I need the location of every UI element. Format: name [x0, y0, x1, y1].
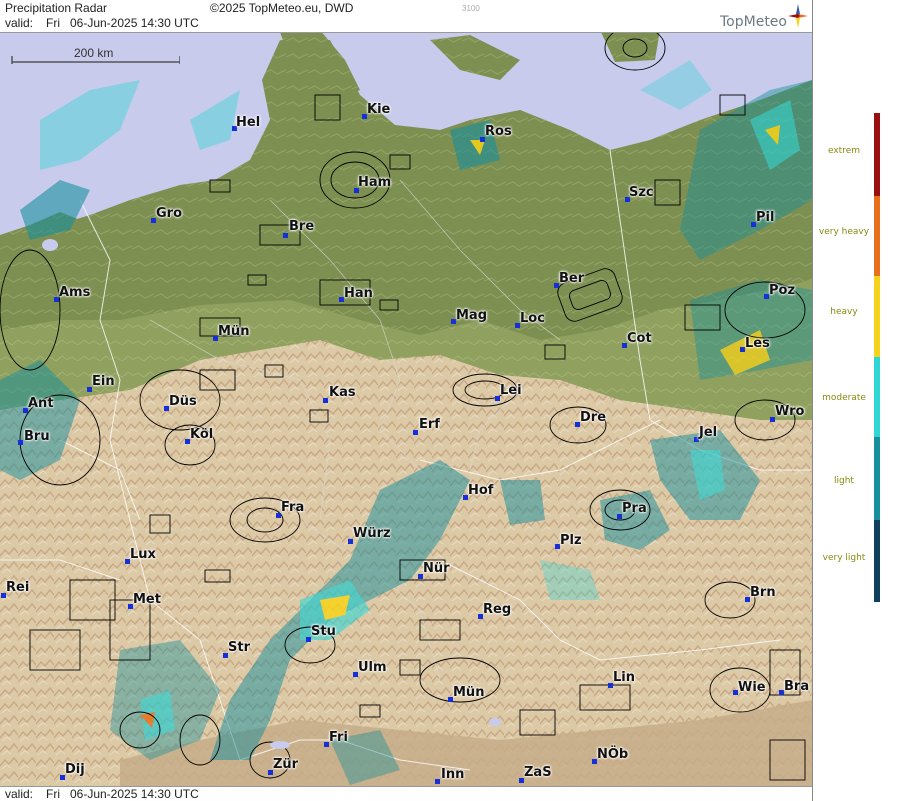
city-label: Reg: [483, 602, 512, 617]
city-label: Köl: [190, 427, 214, 442]
city-label: Stu: [311, 624, 336, 639]
city-label: Fra: [281, 500, 305, 515]
city-label: Kie: [367, 102, 391, 117]
city-label: Szc: [629, 185, 654, 200]
city-label: Fri: [329, 730, 348, 745]
city-label: Han: [344, 286, 373, 301]
footer-valid-label: valid:: [5, 787, 34, 801]
city-label: Dij: [65, 762, 85, 777]
city-label: Hel: [236, 115, 261, 130]
scale-label: 200 km: [74, 46, 114, 60]
city-label: Pra: [622, 501, 647, 516]
city-label: Inn: [441, 767, 465, 782]
valid-time: Fri 06-Jun-2025 14:30 UTC: [46, 16, 199, 30]
city-label: Jel: [699, 425, 718, 440]
legend-label-very-light: very light: [822, 553, 866, 563]
city-label: Ams: [59, 285, 91, 300]
city-label: Gro: [156, 206, 183, 221]
city-dot: [413, 430, 418, 435]
city-label: Hof: [468, 483, 494, 498]
city-label: Mün: [218, 324, 250, 339]
city-label: Lux: [130, 547, 156, 562]
radar-map: Hel Kie Ros Ham Szc Gro Bre Pil Ams Han …: [0, 0, 812, 801]
map-title: Precipitation Radar: [5, 1, 108, 15]
legend-label-heavy: heavy: [830, 307, 858, 317]
city-label: Dre: [580, 410, 607, 425]
header-bar: Precipitation Radar ©2025 TopMeteo.eu, D…: [0, 0, 812, 33]
city-label: Poz: [769, 283, 796, 298]
footer-bar: valid: Fri 06-Jun-2025 14:30 UTC: [0, 786, 812, 801]
city-label: Zür: [273, 757, 299, 772]
city-label: Ham: [358, 175, 392, 190]
valid-label: valid:: [5, 16, 34, 30]
city-label: Kas: [329, 385, 356, 400]
city-label: Bru: [24, 429, 50, 444]
topmeteo-logo: TopMeteo: [720, 14, 787, 30]
city-label: Lin: [613, 670, 635, 685]
map-terrain: [0, 0, 812, 801]
copyright: ©2025 TopMeteo.eu, DWD: [210, 1, 354, 15]
city-label: Bre: [289, 219, 315, 234]
city-label: Ulm: [358, 660, 387, 675]
city-label: Rei: [6, 580, 30, 595]
city-dot: [283, 233, 288, 238]
city-label: NÖb: [597, 747, 629, 762]
legend-label-light: light: [834, 476, 854, 486]
city-label: Mün: [453, 685, 485, 700]
city-label: Nür: [423, 561, 450, 576]
city-label: Plz: [560, 533, 582, 548]
city-dot: [18, 440, 23, 445]
city-label: Wie: [738, 680, 766, 695]
city-label: Ros: [485, 124, 512, 139]
legend-label-very-heavy: very heavy: [818, 227, 870, 237]
city-label: Pil: [756, 210, 775, 225]
footer-valid-time: Fri 06-Jun-2025 14:30 UTC: [46, 787, 199, 801]
city-label: Bra: [784, 679, 810, 694]
city-label: Ein: [92, 374, 115, 389]
city-dot: [435, 779, 440, 784]
city-label: Cot: [627, 331, 652, 346]
scale-bar: 200 km: [10, 46, 180, 64]
city-label: ZaS: [524, 765, 552, 780]
city-label: Würz: [353, 526, 391, 541]
compass-logo-icon: [788, 4, 808, 28]
city-label: Loc: [520, 311, 545, 326]
precipitation-legend: extrem very heavy heavy moderate light v…: [812, 0, 904, 801]
city-label: Mag: [456, 308, 488, 323]
city-label: Brn: [750, 585, 776, 600]
city-label: Düs: [169, 394, 197, 409]
city-label: Lei: [500, 383, 522, 398]
city-dot: [323, 398, 328, 403]
city-label: Wro: [775, 404, 805, 419]
city-label: Erf: [419, 417, 440, 432]
city-label: Les: [745, 336, 770, 351]
city-label: Ant: [28, 396, 54, 411]
legend-label-moderate: moderate: [822, 393, 866, 403]
city-label: Ber: [559, 271, 585, 286]
city-label: Met: [133, 592, 161, 607]
legend-label-extrem: extrem: [827, 146, 861, 156]
map-code: 3100: [462, 4, 480, 13]
city-label: Str: [228, 640, 250, 655]
